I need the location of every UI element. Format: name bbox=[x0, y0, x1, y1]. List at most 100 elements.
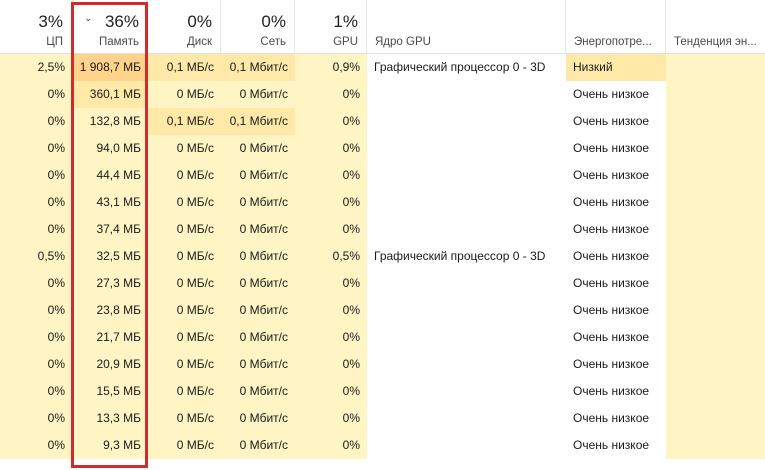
gpu-cell: 0% bbox=[295, 189, 367, 216]
power-trend-cell bbox=[666, 432, 765, 459]
memory-total-percent: 36% bbox=[104, 12, 139, 31]
memory-cell: 1 908,7 МБ bbox=[72, 54, 148, 81]
table-row[interactable]: 0% 360,1 МБ 0 МБ/с 0 Мбит/с 0% Очень низкое bbox=[0, 81, 765, 108]
table-row[interactable]: 0% 20,9 МБ 0 МБ/с 0 Мбит/с 0% Очень низкое bbox=[0, 351, 765, 378]
column-header-power-trend[interactable]: Тенденция эн... bbox=[666, 0, 765, 53]
disk-cell: 0 МБ/с bbox=[148, 405, 221, 432]
disk-cell: 0,1 МБ/с bbox=[148, 54, 221, 81]
gpu-total-percent: 1% bbox=[333, 12, 358, 31]
gpu-engine-cell bbox=[367, 432, 566, 459]
network-cell: 0 Мбит/с bbox=[221, 297, 295, 324]
table-row[interactable]: 0% 27,3 МБ 0 МБ/с 0 Мбит/с 0% Очень низкое bbox=[0, 270, 765, 297]
cpu-cell: 0% bbox=[0, 81, 72, 108]
table-row[interactable]: 0% 15,5 МБ 0 МБ/с 0 Мбит/с 0% Очень низкое bbox=[0, 378, 765, 405]
power-usage-cell: Очень низкое bbox=[566, 216, 666, 243]
power-usage-cell: Очень низкое bbox=[566, 81, 666, 108]
table-row[interactable]: 0% 44,4 МБ 0 МБ/с 0 Мбит/с 0% Очень низкое bbox=[0, 162, 765, 189]
network-cell: 0 Мбит/с bbox=[221, 405, 295, 432]
power-usage-cell: Очень низкое bbox=[566, 270, 666, 297]
cpu-cell: 0% bbox=[0, 405, 72, 432]
column-header-gpu[interactable]: 1% GPU bbox=[295, 0, 367, 53]
table-row[interactable]: 0% 43,1 МБ 0 МБ/с 0 Мбит/с 0% Очень низкое bbox=[0, 189, 765, 216]
cpu-cell: 0% bbox=[0, 378, 72, 405]
gpu-engine-column-label: Ядро GPU bbox=[375, 36, 431, 48]
table-row[interactable]: 0% 94,0 МБ 0 МБ/с 0 Мбит/с 0% Очень низкое bbox=[0, 135, 765, 162]
table-row[interactable]: 0% 21,7 МБ 0 МБ/с 0 Мбит/с 0% Очень низкое bbox=[0, 324, 765, 351]
gpu-engine-cell bbox=[367, 108, 566, 135]
power-usage-cell: Очень низкое bbox=[566, 189, 666, 216]
network-column-label: Сеть bbox=[260, 36, 286, 48]
network-total-percent: 0% bbox=[261, 12, 286, 31]
power-trend-cell bbox=[666, 108, 765, 135]
disk-cell: 0 МБ/с bbox=[148, 189, 221, 216]
power-trend-cell bbox=[666, 81, 765, 108]
gpu-cell: 0% bbox=[295, 216, 367, 243]
gpu-engine-cell: Графический процессор 0 - 3D bbox=[367, 54, 566, 81]
network-cell: 0 Мбит/с bbox=[221, 378, 295, 405]
disk-cell: 0 МБ/с bbox=[148, 297, 221, 324]
gpu-column-label: GPU bbox=[333, 36, 358, 48]
network-cell: 0 Мбит/с bbox=[221, 162, 295, 189]
disk-column-label: Диск bbox=[187, 36, 212, 48]
gpu-cell: 0% bbox=[295, 81, 367, 108]
network-cell: 0 Мбит/с bbox=[221, 189, 295, 216]
disk-cell: 0 МБ/с bbox=[148, 351, 221, 378]
gpu-engine-cell bbox=[367, 216, 566, 243]
column-header-network[interactable]: 0% Сеть bbox=[221, 0, 295, 53]
gpu-cell: 0% bbox=[295, 351, 367, 378]
gpu-engine-cell bbox=[367, 297, 566, 324]
gpu-cell: 0% bbox=[295, 432, 367, 459]
gpu-engine-cell bbox=[367, 81, 566, 108]
table-row[interactable]: 0% 37,4 МБ 0 МБ/с 0 Мбит/с 0% Очень низкое bbox=[0, 216, 765, 243]
disk-cell: 0 МБ/с bbox=[148, 324, 221, 351]
cpu-cell: 0% bbox=[0, 432, 72, 459]
cpu-cell: 0% bbox=[0, 270, 72, 297]
disk-cell: 0 МБ/с bbox=[148, 162, 221, 189]
column-header-gpu-engine[interactable]: Ядро GPU bbox=[367, 0, 566, 53]
cpu-total-percent: 3% bbox=[38, 12, 63, 31]
column-header-bar: 3% ЦП ⌄ 36% Память 0% Диск 0% Сеть 1% GP… bbox=[0, 0, 765, 54]
gpu-engine-cell bbox=[367, 135, 566, 162]
power-usage-cell: Очень низкое bbox=[566, 324, 666, 351]
gpu-cell: 0% bbox=[295, 324, 367, 351]
power-trend-cell bbox=[666, 189, 765, 216]
column-header-memory[interactable]: ⌄ 36% Память bbox=[72, 0, 148, 53]
cpu-cell: 0% bbox=[0, 324, 72, 351]
network-cell: 0 Мбит/с bbox=[221, 324, 295, 351]
table-row[interactable]: 0% 13,3 МБ 0 МБ/с 0 Мбит/с 0% Очень низкое bbox=[0, 405, 765, 432]
power-usage-cell: Очень низкое bbox=[566, 351, 666, 378]
disk-cell: 0,1 МБ/с bbox=[148, 108, 221, 135]
gpu-engine-cell bbox=[367, 270, 566, 297]
power-usage-cell: Очень низкое bbox=[566, 135, 666, 162]
gpu-cell: 0,5% bbox=[295, 243, 367, 270]
power-trend-cell bbox=[666, 405, 765, 432]
power-trend-cell bbox=[666, 270, 765, 297]
power-usage-cell: Очень низкое bbox=[566, 432, 666, 459]
table-row[interactable]: 0% 132,8 МБ 0,1 МБ/с 0,1 Мбит/с 0% Очень низк… bbox=[0, 108, 765, 135]
network-cell: 0 Мбит/с bbox=[221, 270, 295, 297]
memory-cell: 43,1 МБ bbox=[72, 189, 148, 216]
power-trend-cell bbox=[666, 216, 765, 243]
cpu-column-label: ЦП bbox=[46, 36, 63, 48]
disk-cell: 0 МБ/с bbox=[148, 432, 221, 459]
cpu-cell: 2,5% bbox=[0, 54, 72, 81]
memory-cell: 20,9 МБ bbox=[72, 351, 148, 378]
power-usage-cell: Очень низкое bbox=[566, 378, 666, 405]
memory-cell: 21,7 МБ bbox=[72, 324, 148, 351]
column-header-disk[interactable]: 0% Диск bbox=[148, 0, 221, 53]
disk-cell: 0 МБ/с bbox=[148, 81, 221, 108]
table-row[interactable]: 2,5% 1 908,7 МБ 0,1 МБ/с 0,1 Мбит/с 0,9% Граф… bbox=[0, 54, 765, 81]
gpu-engine-cell bbox=[367, 351, 566, 378]
column-header-power-usage[interactable]: Энергопотре... bbox=[566, 0, 666, 53]
table-row[interactable]: 0,5% 32,5 МБ 0 МБ/с 0 Мбит/с 0,5% Графический… bbox=[0, 243, 765, 270]
column-header-cpu[interactable]: 3% ЦП bbox=[0, 0, 72, 53]
power-trend-cell bbox=[666, 162, 765, 189]
power-trend-cell bbox=[666, 243, 765, 270]
cpu-cell: 0% bbox=[0, 108, 72, 135]
memory-cell: 37,4 МБ bbox=[72, 216, 148, 243]
table-row[interactable]: 0% 23,8 МБ 0 МБ/с 0 Мбит/с 0% Очень низкое bbox=[0, 297, 765, 324]
table-row[interactable]: 0% 9,3 МБ 0 МБ/с 0 Мбит/с 0% Очень низкое bbox=[0, 432, 765, 459]
network-cell: 0 Мбит/с bbox=[221, 81, 295, 108]
disk-total-percent: 0% bbox=[187, 12, 212, 31]
chevron-down-icon: ⌄ bbox=[84, 13, 93, 24]
